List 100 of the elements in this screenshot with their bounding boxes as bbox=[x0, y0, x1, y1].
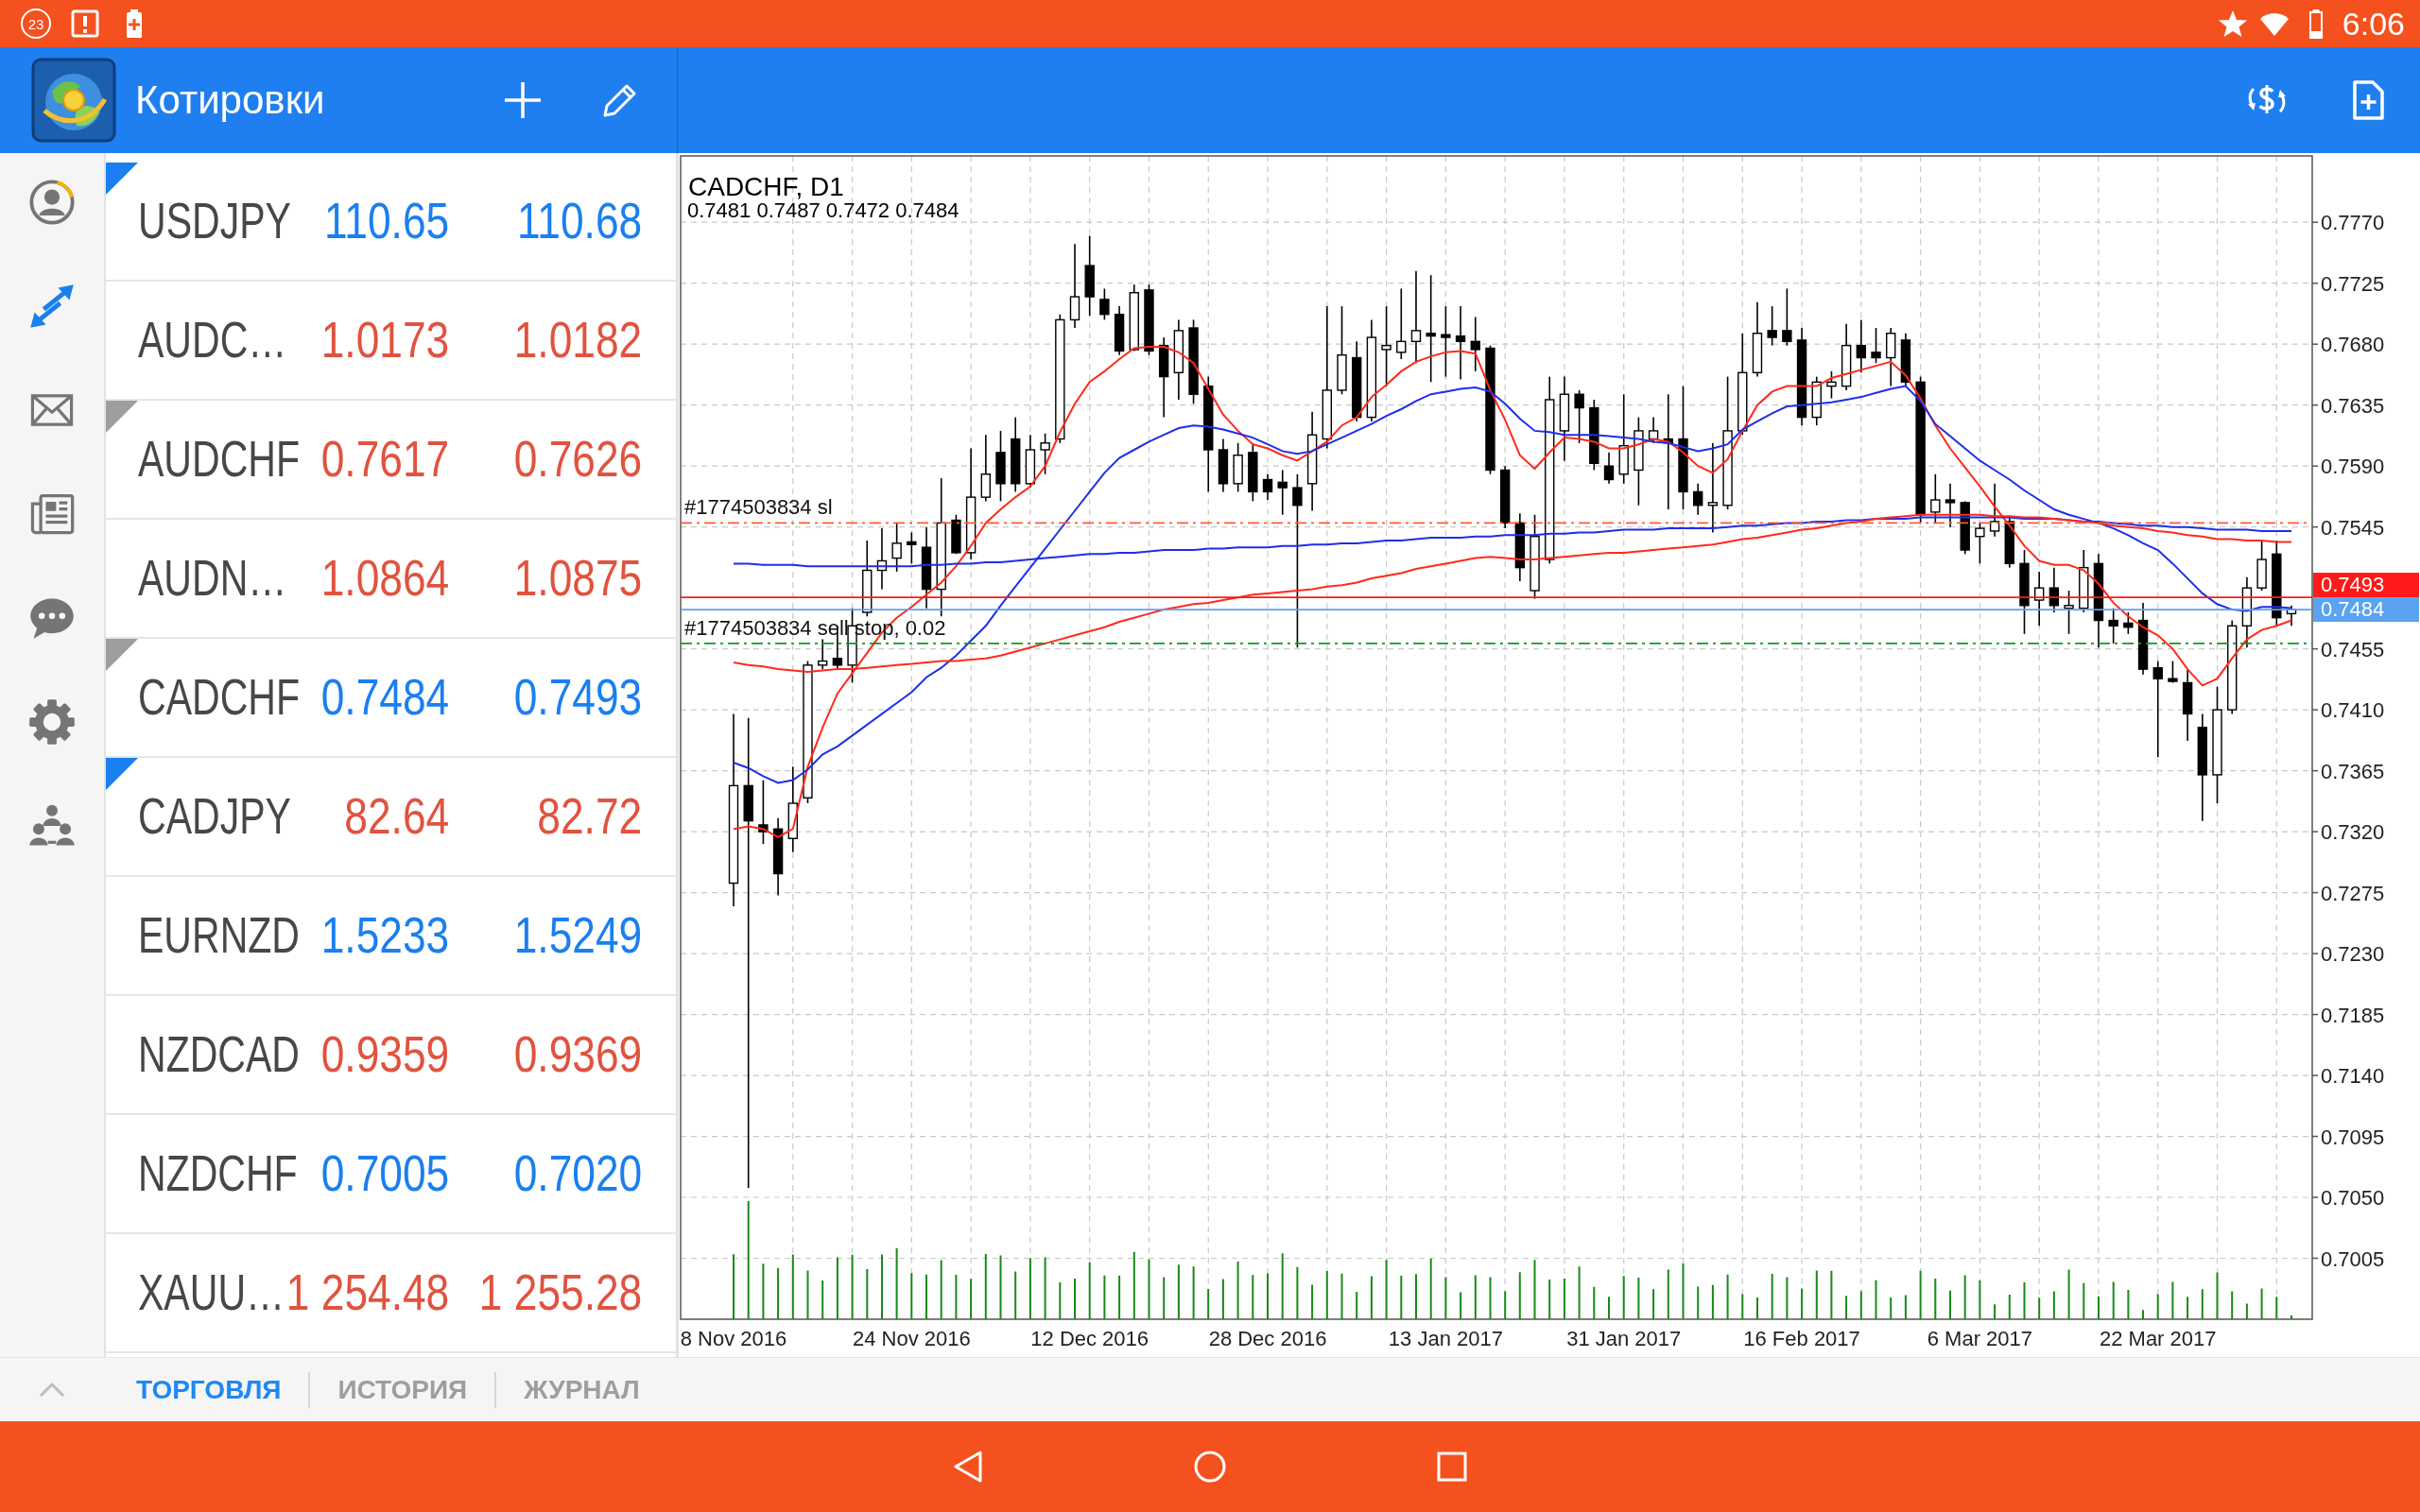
candle bbox=[1782, 287, 1792, 347]
y-axis-label: 0.7140 bbox=[2321, 1064, 2385, 1089]
x-axis-label: 12 Dec 2016 bbox=[1030, 1327, 1150, 1350]
ask-price: 0.7626 bbox=[513, 431, 642, 488]
order-label: #1774503834 sl bbox=[684, 495, 833, 520]
screen-title: Котировки bbox=[135, 77, 326, 123]
y-axis-label: 0.7050 bbox=[2321, 1186, 2385, 1210]
candle bbox=[2004, 516, 2014, 569]
candle bbox=[817, 638, 828, 670]
price-tag: 0.7484 bbox=[2313, 597, 2419, 623]
candle bbox=[1499, 465, 1511, 529]
bid-price: 0.7484 bbox=[320, 669, 449, 726]
candle bbox=[2034, 571, 2045, 627]
bid-price: 1 254.48 bbox=[285, 1264, 449, 1321]
x-axis-label: 22 Mar 2017 bbox=[2100, 1327, 2217, 1350]
symbol-name: USDJPY bbox=[138, 193, 291, 249]
quote-row[interactable]: AUDC… 1.0173 1.0182 bbox=[106, 282, 676, 401]
star-icon bbox=[2217, 9, 2248, 39]
candle bbox=[1603, 452, 1615, 485]
quote-row[interactable]: AUDN… 1.0864 1.0875 bbox=[106, 520, 676, 639]
quote-row[interactable]: USDJPY 110.65 110.68 bbox=[106, 163, 676, 282]
candle bbox=[1989, 483, 2000, 538]
quote-row[interactable]: NZDCAD 0.9359 0.9369 bbox=[106, 996, 676, 1115]
x-axis-label: 6 Mar 2017 bbox=[1927, 1327, 2033, 1350]
symbol-name: AUDN… bbox=[138, 550, 287, 607]
candle bbox=[951, 513, 961, 556]
y-axis-label: 0.7230 bbox=[2321, 942, 2385, 967]
y-axis-label: 0.7005 bbox=[2321, 1246, 2385, 1271]
y-axis-label: 0.7275 bbox=[2321, 881, 2385, 905]
x-axis-label: 31 Jan 2017 bbox=[1566, 1327, 1682, 1350]
ask-price: 1 255.28 bbox=[478, 1264, 642, 1321]
bid-price: 1.0173 bbox=[320, 312, 449, 369]
y-axis-label: 0.7635 bbox=[2321, 393, 2385, 418]
y-axis-label: 0.7410 bbox=[2321, 698, 2385, 723]
quote-row[interactable]: AUDCHF 0.7617 0.7626 bbox=[106, 401, 676, 520]
candle bbox=[1040, 432, 1050, 475]
symbol-name: NZDCAD bbox=[138, 1026, 300, 1083]
candle bbox=[1693, 483, 1703, 516]
x-axis-label: 8 Nov 2016 bbox=[680, 1327, 787, 1350]
y-axis-label: 0.7320 bbox=[2321, 820, 2385, 845]
price-tag: 0.7493 bbox=[2313, 573, 2419, 598]
globe-logo-icon[interactable] bbox=[31, 58, 116, 143]
bid-price: 1.5233 bbox=[320, 907, 449, 964]
ask-price: 1.0182 bbox=[513, 312, 642, 369]
candle bbox=[1856, 318, 1867, 374]
diagonal-arrows-icon[interactable] bbox=[27, 282, 77, 331]
home-icon[interactable] bbox=[1193, 1450, 1227, 1484]
candle bbox=[1945, 483, 1956, 528]
candle bbox=[2079, 549, 2089, 613]
symbol-name: CADJPY bbox=[138, 788, 291, 845]
quote-row[interactable]: CADCHF 0.7484 0.7493 bbox=[106, 639, 676, 758]
alert-icon bbox=[70, 9, 100, 39]
x-axis-label: 13 Jan 2017 bbox=[1388, 1327, 1503, 1350]
candle bbox=[1886, 327, 1896, 387]
ohlc-readout: 0.7481 0.7487 0.7472 0.7484 bbox=[687, 198, 959, 222]
candle bbox=[2286, 605, 2297, 627]
chart-title: CADCHF, D1 bbox=[688, 172, 844, 201]
candle bbox=[2123, 611, 2134, 635]
candle bbox=[1811, 375, 1822, 426]
bid-price: 0.7005 bbox=[320, 1145, 449, 1202]
ask-price: 1.0875 bbox=[513, 550, 642, 607]
x-axis-label: 28 Dec 2016 bbox=[1208, 1327, 1327, 1350]
recents-icon[interactable] bbox=[1435, 1450, 1469, 1484]
candle bbox=[1277, 469, 1288, 516]
candle bbox=[1574, 389, 1584, 444]
x-axis-label: 16 Feb 2017 bbox=[1743, 1327, 1860, 1350]
ref-line-label: 0.7493 bbox=[2321, 573, 2385, 597]
candle bbox=[758, 779, 769, 845]
candle bbox=[1233, 442, 1243, 493]
status-time: 6:06 bbox=[2342, 8, 2405, 40]
settings-icon[interactable] bbox=[27, 697, 77, 747]
ask-price: 0.7020 bbox=[513, 1145, 642, 1202]
bid-price: 0.9359 bbox=[320, 1026, 449, 1083]
candle bbox=[891, 522, 902, 573]
candle bbox=[2256, 540, 2267, 592]
ask-price: 110.68 bbox=[516, 193, 642, 249]
quote-row[interactable]: EURNZD 1.5233 1.5249 bbox=[106, 877, 676, 996]
person-circle-icon[interactable] bbox=[27, 178, 77, 227]
candle bbox=[1960, 500, 1970, 556]
candle bbox=[1114, 305, 1125, 356]
y-axis-label: 0.7095 bbox=[2321, 1125, 2385, 1149]
candle bbox=[1470, 316, 1480, 372]
symbol-name: NZDCHF bbox=[138, 1145, 298, 1202]
ask-price: 0.9369 bbox=[513, 1026, 642, 1083]
quote-row[interactable]: NZDCHF 0.7005 0.7020 bbox=[106, 1115, 676, 1234]
candle bbox=[1648, 416, 1659, 444]
candle bbox=[1975, 522, 1985, 565]
bid-price: 0.7617 bbox=[320, 431, 449, 488]
quote-row[interactable]: XAUU…1 254.48 1 255.28 bbox=[106, 1234, 676, 1353]
candle bbox=[907, 531, 917, 565]
ask-price: 1.5249 bbox=[513, 907, 642, 964]
ref-line-label: 0.7484 bbox=[2321, 597, 2385, 622]
y-axis-label: 0.7365 bbox=[2321, 759, 2385, 783]
candle bbox=[2064, 590, 2074, 635]
bid-price: 1.0864 bbox=[320, 550, 449, 607]
candle bbox=[1826, 370, 1837, 400]
quote-row[interactable]: CADJPY 82.64 82.72 bbox=[106, 758, 676, 877]
candle bbox=[1099, 287, 1110, 321]
y-axis-label: 0.7680 bbox=[2321, 333, 2385, 357]
candle bbox=[1025, 434, 1036, 489]
